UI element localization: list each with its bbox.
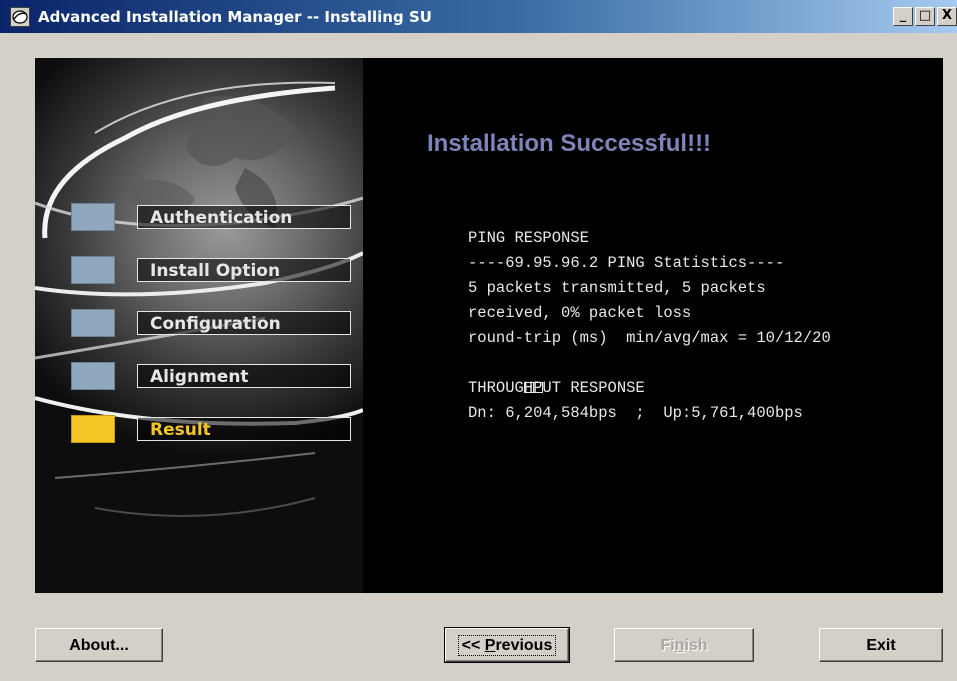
step-indicator-active bbox=[71, 415, 115, 443]
finish-rest: ish bbox=[684, 637, 708, 654]
ping-statistics-line: ----69.95.96.2 PING Statistics---- bbox=[468, 254, 785, 272]
maximize-button[interactable]: □ bbox=[915, 7, 935, 26]
sidebar-item-label: Install Option bbox=[137, 258, 351, 282]
result-panel: Installation Successful!!! PING RESPONSE… bbox=[363, 58, 943, 593]
about-button[interactable]: About... bbox=[35, 628, 163, 662]
step-indicator bbox=[71, 256, 115, 284]
ping-transmitted-line: 5 packets transmitted, 5 packets bbox=[468, 279, 766, 297]
title-bar[interactable]: Advanced Installation Manager -- Install… bbox=[0, 0, 957, 33]
ping-roundtrip-line: round-trip (ms) min/avg/max = 10/12/20 bbox=[468, 329, 831, 347]
step-indicator bbox=[71, 362, 115, 390]
throughput-values-line: Dn: 6,204,584bps ; Up:5,761,400bps bbox=[468, 404, 803, 422]
step-indicator bbox=[71, 203, 115, 231]
step-indicator bbox=[71, 309, 115, 337]
finish-prefix: Fi bbox=[660, 637, 675, 654]
throughput-response-label: THROUGHPUT RESPONSE bbox=[468, 379, 645, 397]
app-icon bbox=[10, 6, 30, 27]
finish-button[interactable]: Finish bbox=[614, 628, 754, 662]
sidebar-item-alignment: Alignment bbox=[71, 362, 351, 390]
ping-received-line: received, 0% packet loss bbox=[468, 304, 692, 322]
window-controls: _ □ X bbox=[893, 7, 957, 26]
ping-response-label: PING RESPONSE bbox=[468, 229, 589, 247]
minimize-button[interactable]: _ bbox=[893, 7, 913, 26]
result-heading: Installation Successful!!! bbox=[427, 130, 712, 157]
sidebar-item-label: Configuration bbox=[137, 311, 351, 335]
window-title: Advanced Installation Manager -- Install… bbox=[38, 7, 432, 26]
globe-sidebar: Authentication Install Option Configurat… bbox=[35, 58, 363, 593]
previous-rest: revious bbox=[495, 637, 553, 654]
sidebar-item-label: Alignment bbox=[137, 364, 351, 388]
sidebar-item-authentication: Authentication bbox=[71, 203, 351, 231]
previous-button[interactable]: << Previous bbox=[444, 627, 570, 663]
sidebar-item-result: Result bbox=[71, 415, 351, 443]
sidebar-item-label: Authentication bbox=[137, 205, 351, 229]
sidebar-item-install-option: Install Option bbox=[71, 256, 351, 284]
previous-button-label: << Previous bbox=[457, 635, 557, 656]
close-button[interactable]: X bbox=[937, 7, 957, 26]
previous-mnemonic: P bbox=[484, 637, 496, 654]
sidebar-item-configuration: Configuration bbox=[71, 309, 351, 337]
wizard-panel: Authentication Install Option Configurat… bbox=[35, 58, 943, 593]
sidebar-item-label: Result bbox=[137, 417, 351, 441]
previous-prefix: << bbox=[461, 637, 485, 654]
finish-mnemonic: n bbox=[674, 637, 685, 654]
exit-button[interactable]: Exit bbox=[819, 628, 943, 662]
